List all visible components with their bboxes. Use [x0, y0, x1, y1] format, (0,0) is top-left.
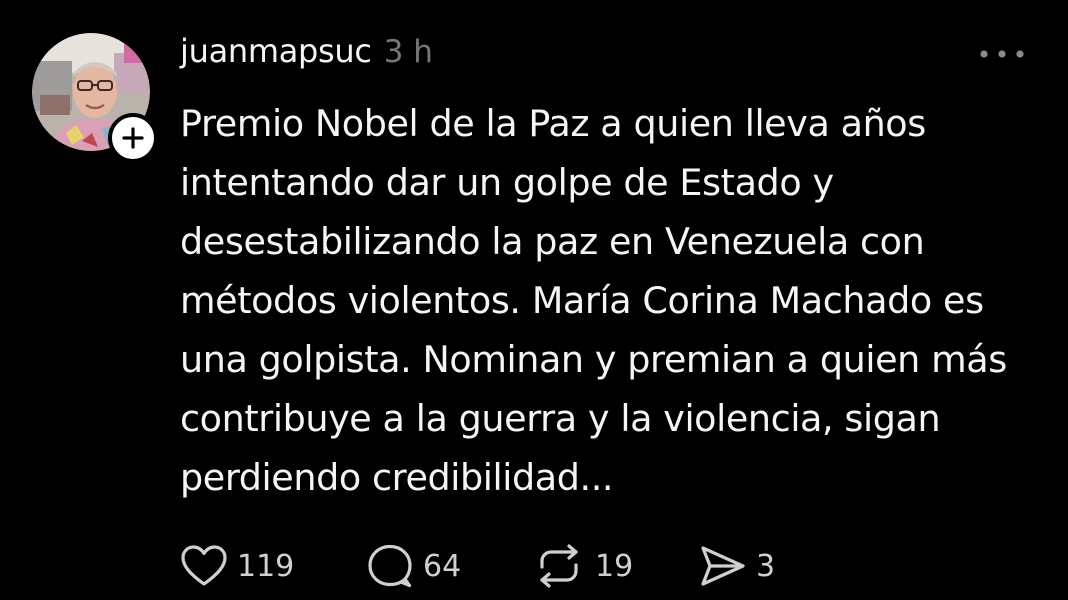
post-timestamp: 3 h — [383, 34, 433, 70]
post-body-line: intentando dar un golpe de Estado y — [180, 161, 834, 204]
post-body-line: perdiendo credibilidad... — [180, 456, 614, 499]
speech-bubble-icon — [368, 544, 412, 588]
post-body-line: Premio Nobel de la Paz a quien lleva año… — [180, 102, 926, 145]
send-icon — [701, 546, 745, 586]
post-body-line: contribuye a la guerra y la violencia, s… — [180, 397, 941, 440]
repost-button[interactable]: 19 — [532, 543, 697, 589]
repost-count: 19 — [595, 548, 634, 584]
post-body: Premio Nobel de la Paz a quien lleva año… — [180, 94, 1050, 507]
more-horizontal-icon — [980, 50, 1024, 58]
post-body-line: desestabilizando la paz en Venezuela con — [180, 220, 925, 263]
follow-button[interactable] — [108, 113, 158, 163]
username-link[interactable]: juanmapsuc — [180, 32, 372, 70]
more-options-button[interactable] — [974, 36, 1030, 72]
thread-post: juanmapsuc 3 h Premio Nobel de la Paz a … — [0, 0, 1068, 600]
heart-icon — [181, 545, 227, 586]
post-header: juanmapsuc 3 h — [180, 32, 433, 80]
reply-button[interactable]: 64 — [366, 543, 532, 589]
like-button[interactable]: 119 — [180, 544, 366, 588]
like-count: 119 — [237, 548, 295, 584]
share-count: 3 — [756, 548, 776, 584]
post-actions-bar: 119 64 19 3 — [180, 541, 775, 591]
post-body-line: métodos violentos. María Corina Machado … — [180, 279, 984, 322]
plus-icon — [122, 127, 144, 149]
avatar-container — [32, 33, 158, 163]
post-body-line: una golpista. Nominan y premian a quien … — [180, 338, 1007, 381]
repost-arrows-icon — [540, 544, 578, 588]
share-button[interactable]: 3 — [697, 544, 775, 588]
reply-count: 64 — [423, 548, 462, 584]
